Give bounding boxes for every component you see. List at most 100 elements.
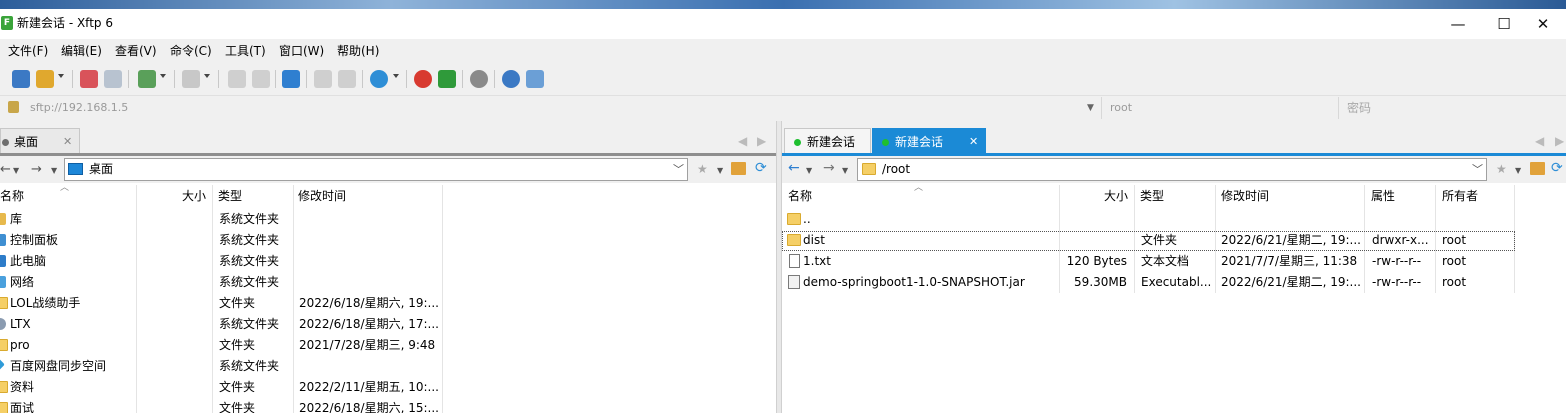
forward-dropdown-icon[interactable]: ▼ (842, 164, 848, 178)
password-input[interactable]: 密码 (1343, 97, 1566, 119)
paste-icon[interactable] (338, 70, 356, 88)
column-size[interactable]: 大小 (1104, 185, 1128, 207)
table-row[interactable]: LTX 系统文件夹 2022/6/18/星期六, 17:... (0, 314, 442, 335)
home-icon[interactable] (731, 162, 746, 175)
table-row[interactable]: pro 文件夹 2021/7/28/星期三, 9:48 (0, 335, 442, 356)
cell-owner: root (1442, 275, 1467, 289)
menu-help[interactable]: 帮助(H) (337, 44, 379, 58)
tab-desktop[interactable]: 桌面 ✕ (0, 128, 80, 154)
column-name[interactable]: 名称 (788, 185, 812, 207)
forward-arrow-icon[interactable]: → (823, 161, 835, 175)
column-type[interactable]: 类型 (218, 185, 242, 207)
scroll-right-icon[interactable]: ▶ (757, 134, 766, 148)
xshell-icon[interactable] (414, 70, 432, 88)
globe-icon[interactable] (370, 70, 388, 88)
sync-icon[interactable] (282, 70, 300, 88)
table-row[interactable]: 资料 文件夹 2022/2/11/星期五, 10:... (0, 377, 442, 398)
forward-dropdown-icon[interactable]: ▼ (51, 164, 57, 178)
home-icon[interactable] (1530, 162, 1545, 175)
download-icon[interactable] (252, 70, 270, 88)
column-modified[interactable]: 修改时间 (1221, 185, 1269, 207)
table-row[interactable]: demo-springboot1-1.0-SNAPSHOT.jar 59.30MB… (782, 272, 1515, 293)
help-icon[interactable] (502, 70, 520, 88)
table-row[interactable]: 1.txt 120 Bytes 文本文档 2021/7/7/星期三, 11:38 -rw… (782, 251, 1515, 272)
open-icon[interactable] (36, 70, 54, 88)
remote-path-input[interactable]: /root ﹀ (857, 158, 1487, 181)
close-icon[interactable]: ✕ (63, 129, 72, 155)
menu-edit[interactable]: 编辑(E) (61, 44, 102, 58)
table-row[interactable]: 百度网盘同步空间 系统文件夹 (0, 356, 442, 377)
transfer-dropdown-icon[interactable] (204, 74, 210, 78)
back-arrow-icon[interactable]: ← (0, 163, 11, 177)
chat-icon[interactable] (526, 70, 544, 88)
minimize-button[interactable]: — (1435, 9, 1481, 39)
chevron-down-icon[interactable]: ▼ (1087, 101, 1094, 115)
menu-window[interactable]: 窗口(W) (279, 44, 324, 58)
scroll-left-icon[interactable]: ◀ (1535, 134, 1544, 148)
local-path-input[interactable]: 桌面 ﹀ (64, 158, 688, 181)
reconnect-icon[interactable] (104, 70, 122, 88)
bookmark-dropdown-icon[interactable]: ▼ (717, 164, 723, 178)
bookmark-star-icon[interactable]: ★ (697, 162, 708, 176)
back-dropdown-icon[interactable]: ▼ (806, 164, 812, 178)
sort-up-icon: ︿ (914, 183, 924, 193)
options-icon[interactable] (138, 70, 156, 88)
network-icon (0, 272, 10, 293)
folder-icon (862, 163, 876, 175)
chevron-down-icon[interactable]: ﹀ (1472, 159, 1483, 180)
close-window-button[interactable]: ✕ (1520, 9, 1566, 39)
host-input[interactable]: sftp://192.168.1.5 (26, 97, 1096, 119)
open-dropdown-icon[interactable] (58, 74, 64, 78)
username-input[interactable]: root (1106, 97, 1334, 119)
menu-command[interactable]: 命令(C) (170, 44, 212, 58)
tab-session-2[interactable]: 新建会话 ✕ (872, 128, 986, 154)
transfer-icon[interactable] (182, 70, 200, 88)
copy-icon[interactable] (314, 70, 332, 88)
table-row[interactable]: dist 文件夹 2022/6/21/星期二, 19:... drwxr-x... ro… (782, 230, 1515, 251)
scroll-left-icon[interactable]: ◀ (738, 134, 747, 148)
back-arrow-icon[interactable]: ← (788, 161, 800, 175)
upload-icon[interactable] (228, 70, 246, 88)
menu-tools[interactable]: 工具(T) (225, 44, 266, 58)
field-separator (1338, 97, 1339, 119)
table-row[interactable]: 控制面板 系统文件夹 (0, 230, 442, 251)
table-row[interactable]: 网络 系统文件夹 (0, 272, 442, 293)
chevron-down-icon[interactable]: ﹀ (673, 159, 684, 180)
options-dropdown-icon[interactable] (160, 74, 166, 78)
scroll-right-icon[interactable]: ▶ (1555, 134, 1564, 148)
cell-size (1061, 209, 1127, 230)
bookmark-dropdown-icon[interactable]: ▼ (1515, 164, 1521, 178)
close-icon[interactable]: ✕ (969, 129, 978, 155)
tab-session-1[interactable]: 新建会话 (784, 128, 871, 154)
cell-name: 资料 (10, 380, 35, 394)
bookmark-star-icon[interactable]: ★ (1496, 162, 1507, 176)
cell-size (138, 377, 208, 398)
table-row[interactable]: LOL战绩助手 文件夹 2022/6/18/星期六, 19:... (0, 293, 442, 314)
refresh-icon[interactable]: ⟳ (1551, 161, 1563, 175)
column-type[interactable]: 类型 (1140, 185, 1164, 207)
table-row[interactable]: 库 系统文件夹 (0, 209, 442, 230)
cell-name: LTX (10, 317, 31, 331)
cell-size (138, 251, 208, 272)
xftp-icon[interactable] (438, 70, 456, 88)
refresh-icon[interactable]: ⟳ (755, 161, 767, 175)
column-size[interactable]: 大小 (182, 185, 206, 207)
gear-icon[interactable] (470, 70, 488, 88)
table-row[interactable]: 面试 文件夹 2022/6/18/星期六, 15:... (0, 398, 442, 413)
column-modified[interactable]: 修改时间 (298, 185, 346, 207)
column-owner[interactable]: 所有者 (1442, 185, 1478, 207)
cell-type (1141, 209, 1215, 230)
jar-file-icon (787, 272, 803, 293)
globe-dropdown-icon[interactable] (393, 74, 399, 78)
cell-type: 文件夹 (219, 338, 256, 352)
disconnect-icon[interactable] (80, 70, 98, 88)
back-dropdown-icon[interactable]: ▼ (13, 164, 19, 178)
column-name[interactable]: 名称 (0, 185, 24, 207)
column-attributes[interactable]: 属性 (1371, 185, 1395, 207)
menu-file[interactable]: 文件(F) (8, 44, 48, 58)
forward-arrow-icon[interactable]: → (31, 163, 42, 177)
menu-view[interactable]: 查看(V) (115, 44, 157, 58)
new-session-icon[interactable] (12, 70, 30, 88)
table-row[interactable]: 此电脑 系统文件夹 (0, 251, 442, 272)
table-row[interactable]: .. (782, 209, 1515, 230)
